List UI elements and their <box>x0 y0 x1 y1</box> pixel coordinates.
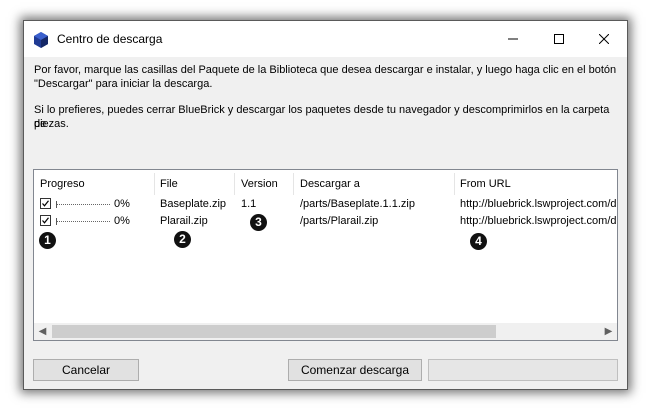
destination-path: /parts/Baseplate.1.1.zip <box>300 198 415 210</box>
column-header-destination[interactable]: Descargar a <box>300 178 360 192</box>
progress-bar <box>56 218 110 225</box>
instruction-line-4: piezas. <box>34 118 69 130</box>
scrollbar-thumb[interactable] <box>52 325 496 338</box>
column-divider[interactable] <box>454 173 455 195</box>
app-cube-icon <box>34 32 48 48</box>
instruction-line-1: Por favor, marque las casillas del Paque… <box>34 64 617 76</box>
download-center-window: Centro de descarga Por favor, marque las… <box>23 20 628 390</box>
cancel-button[interactable]: Cancelar <box>33 359 139 381</box>
annotation-badge: 1 <box>39 232 56 249</box>
file-name: Baseplate.zip <box>160 198 227 210</box>
close-button[interactable] <box>581 21 627 57</box>
maximize-button[interactable] <box>536 21 582 57</box>
column-header-url[interactable]: From URL <box>460 178 511 192</box>
column-divider[interactable] <box>293 173 294 195</box>
progress-value: 0% <box>114 215 130 227</box>
file-name: Plarail.zip <box>160 215 208 227</box>
download-button[interactable] <box>428 359 618 381</box>
scroll-left-icon[interactable]: ◀ <box>34 323 51 340</box>
column-divider[interactable] <box>154 173 155 195</box>
column-divider[interactable] <box>234 173 235 195</box>
start-download-button[interactable]: Comenzar descarga <box>288 359 422 381</box>
title-bar[interactable]: Centro de descarga <box>24 21 627 57</box>
source-url: http://bluebrick.lswproject.com/d <box>460 198 617 210</box>
source-url: http://bluebrick.lswproject.com/d <box>460 215 617 227</box>
annotation-badge: 3 <box>250 214 267 231</box>
progress-bar <box>56 201 110 208</box>
column-header-version[interactable]: Version <box>241 178 278 192</box>
row-checkbox[interactable] <box>40 198 51 209</box>
progress-value: 0% <box>114 198 130 210</box>
instruction-line-2: "Descargar" para iniciar la descarga. <box>34 78 213 90</box>
annotation-badge: 2 <box>174 231 191 248</box>
window-title: Centro de descarga <box>57 32 163 46</box>
horizontal-scrollbar[interactable]: ◀ ▶ <box>34 323 617 340</box>
scroll-right-icon[interactable]: ▶ <box>600 323 617 340</box>
row-checkbox[interactable] <box>40 215 51 226</box>
package-list[interactable]: Progreso File Version Descargar a From U… <box>33 169 618 341</box>
minimize-icon <box>508 38 518 40</box>
column-header-file[interactable]: File <box>160 178 178 192</box>
annotation-badge: 4 <box>470 233 487 250</box>
minimize-button[interactable] <box>490 21 536 57</box>
checkmark-icon <box>42 217 49 224</box>
checkmark-icon <box>42 200 49 207</box>
destination-path: /parts/Plarail.zip <box>300 215 379 227</box>
version-value: 1.1 <box>241 198 257 210</box>
column-header-progress[interactable]: Progreso <box>40 178 85 192</box>
maximize-icon <box>554 34 564 44</box>
close-icon <box>599 34 609 44</box>
